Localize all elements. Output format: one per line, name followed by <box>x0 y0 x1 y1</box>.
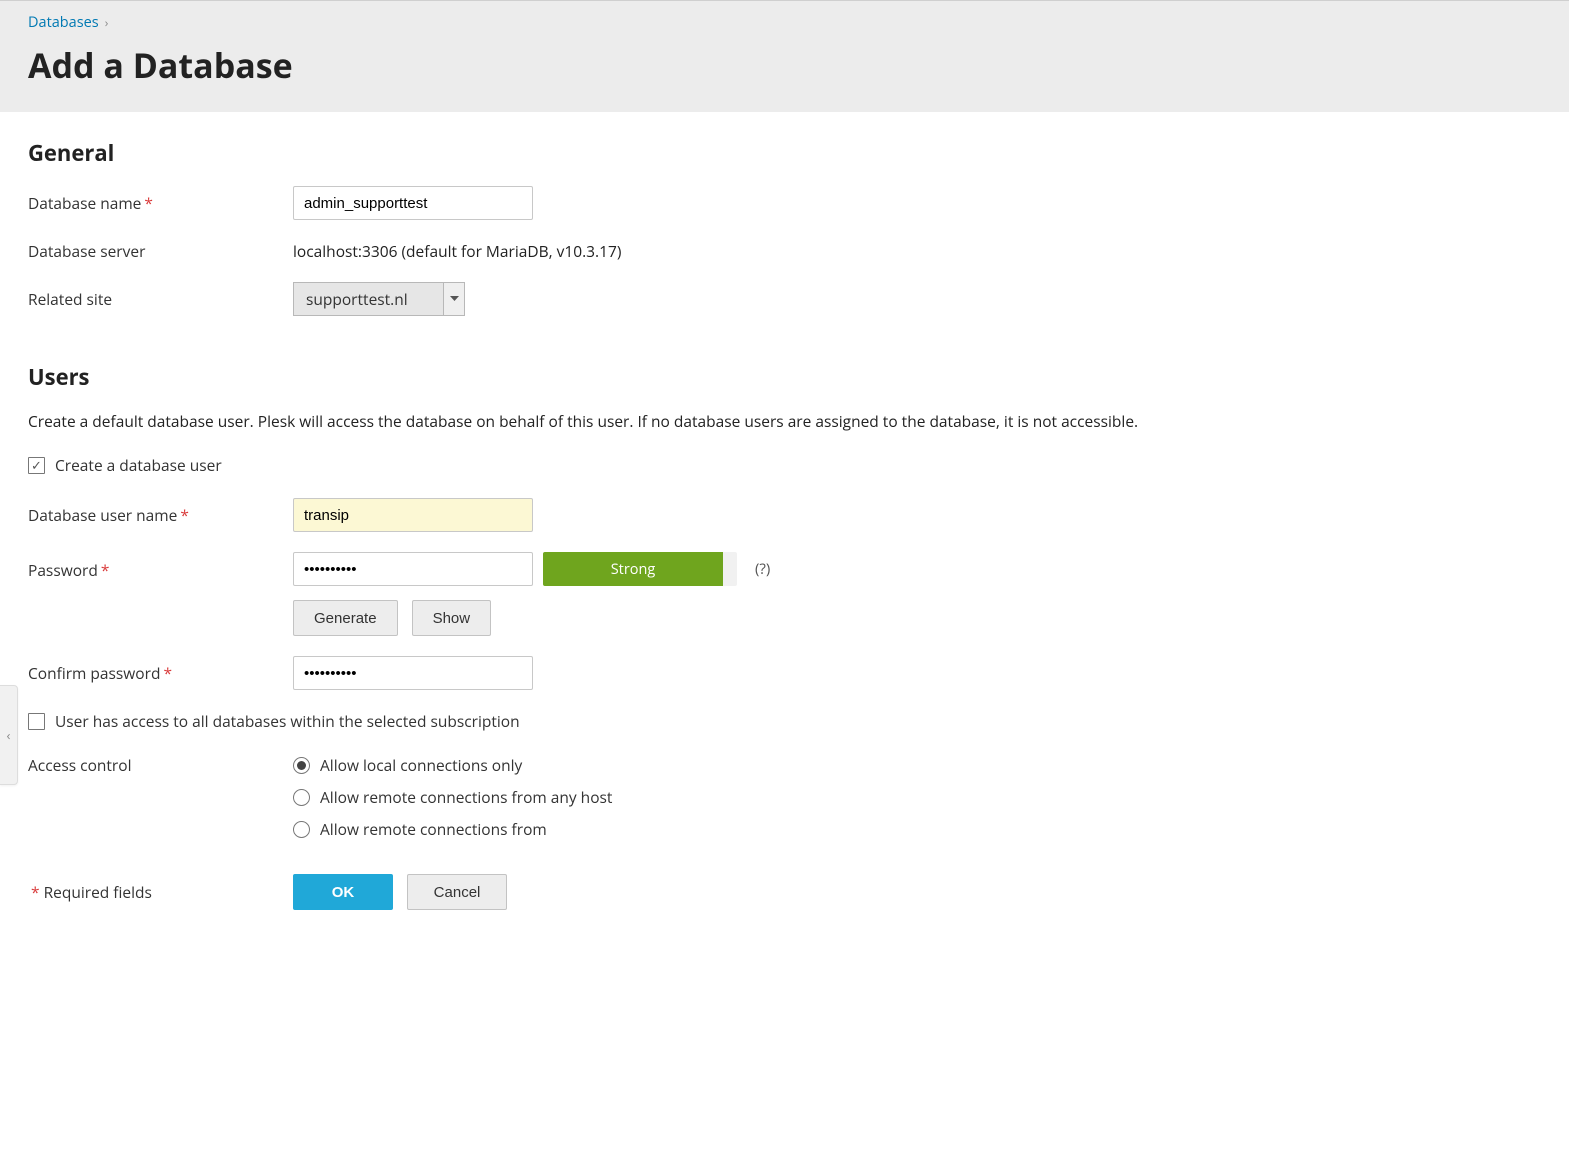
users-description: Create a default database user. Plesk wi… <box>28 410 1541 432</box>
access-control-radio-group: Allow local connections only Allow remot… <box>293 754 1541 840</box>
create-user-checkbox[interactable] <box>28 457 45 474</box>
password-strength-meter: Strong <box>543 552 737 586</box>
label-database-name: Database name* <box>28 192 293 214</box>
section-heading-users: Users <box>28 362 1541 392</box>
password-input[interactable] <box>293 552 533 586</box>
access-option-any-host[interactable]: Allow remote connections from any host <box>293 786 1541 808</box>
label-confirm-password: Confirm password* <box>28 662 293 684</box>
radio-label: Allow local connections only <box>320 754 522 776</box>
radio-icon[interactable] <box>293 757 310 774</box>
label-related-site: Related site <box>28 288 293 310</box>
access-option-local[interactable]: Allow local connections only <box>293 754 1541 776</box>
create-user-checkbox-row[interactable]: Create a database user <box>28 454 1541 476</box>
password-strength-label: Strong <box>543 552 723 586</box>
generate-button[interactable]: Generate <box>293 600 398 636</box>
label-database-server: Database server <box>28 240 293 262</box>
related-site-select[interactable]: supporttest.nl <box>293 282 465 316</box>
radio-label: Allow remote connections from any host <box>320 786 612 808</box>
label-password: Password* <box>28 552 293 581</box>
sidebar-expand-handle[interactable]: ‹ <box>0 685 18 785</box>
label-access-control: Access control <box>28 754 293 776</box>
database-name-input[interactable] <box>293 186 533 220</box>
chevron-down-icon[interactable] <box>443 282 465 316</box>
chevron-right-icon: › <box>105 14 109 31</box>
page-title: Add a Database <box>28 42 1541 88</box>
breadcrumb: Databases › <box>28 13 1541 32</box>
required-fields-note: * Required fields <box>28 881 293 903</box>
all-db-access-checkbox[interactable] <box>28 713 45 730</box>
create-user-checkbox-label: Create a database user <box>55 454 222 476</box>
page-header: Databases › Add a Database <box>0 0 1569 112</box>
section-heading-general: General <box>28 138 1541 168</box>
ok-button[interactable]: OK <box>293 874 393 910</box>
confirm-password-input[interactable] <box>293 656 533 690</box>
all-db-access-checkbox-row[interactable]: User has access to all databases within … <box>28 710 1541 732</box>
radio-icon[interactable] <box>293 821 310 838</box>
db-user-name-input[interactable] <box>293 498 533 532</box>
radio-label: Allow remote connections from <box>320 818 547 840</box>
all-db-access-checkbox-label: User has access to all databases within … <box>55 710 520 732</box>
radio-icon[interactable] <box>293 789 310 806</box>
access-option-from[interactable]: Allow remote connections from <box>293 818 1541 840</box>
database-server-value: localhost:3306 (default for MariaDB, v10… <box>293 240 621 262</box>
help-icon[interactable]: (?) <box>755 559 770 579</box>
cancel-button[interactable]: Cancel <box>407 874 507 910</box>
related-site-selected: supporttest.nl <box>293 282 443 316</box>
breadcrumb-link-databases[interactable]: Databases <box>28 13 99 32</box>
label-db-user-name: Database user name* <box>28 504 293 526</box>
show-button[interactable]: Show <box>412 600 492 636</box>
